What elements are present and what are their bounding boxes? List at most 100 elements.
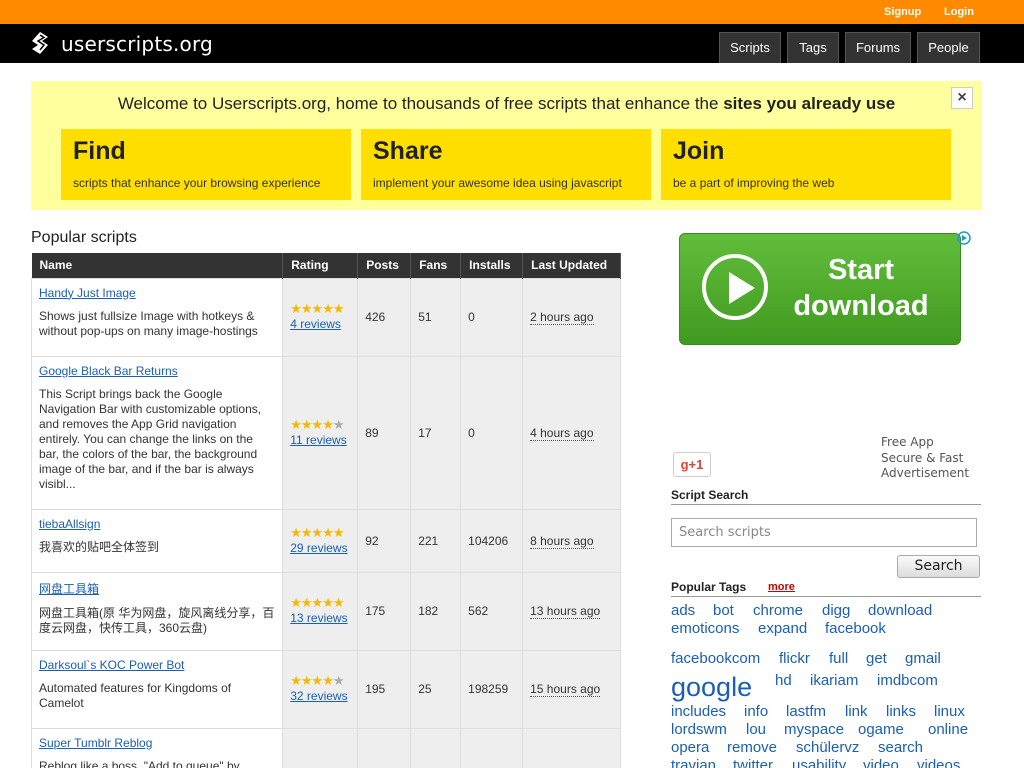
name-cell: 网盘工具箱网盘工具箱(原 华为网盘，旋风离线分享，百度云网盘，快传工具，360云… [30, 571, 284, 651]
tag-link[interactable]: lordswm [671, 721, 727, 738]
script-link[interactable]: tiebaAllsign [39, 517, 275, 531]
tag-link[interactable]: video [863, 757, 899, 768]
ad-banner[interactable]: Start download [679, 233, 961, 345]
reviews-link[interactable]: 13 reviews [290, 611, 350, 625]
cta-join[interactable]: Join be a part of improving the web [661, 129, 951, 200]
table-row: tiebaAllsign 我喜欢的贴吧全体签到 ★★★★★ 29 reviews 92 2… [30, 508, 621, 573]
tag-link[interactable]: bot [713, 602, 734, 619]
script-description: 网盘工具箱(原 华为网盘，旋风离线分享，百度云网盘，快传工具，360云盘) [39, 605, 275, 635]
cta-title: Find [73, 137, 126, 165]
tag-link[interactable]: hd [775, 672, 792, 689]
tag-link[interactable]: gmail [905, 650, 941, 667]
name-cell: Darksoul`s KOC Power Bot Automated featur… [30, 649, 284, 729]
table-row: 网盘工具箱网盘工具箱(原 华为网盘，旋风离线分享，百度云网盘，快传工具，360云… [30, 571, 621, 651]
col-header-installs[interactable]: Installs [460, 253, 524, 278]
col-header-rating[interactable]: Rating [282, 253, 359, 278]
tag-link[interactable]: info [744, 703, 768, 720]
tab-people[interactable]: People [917, 32, 980, 63]
tag-link[interactable]: chrome [753, 602, 803, 619]
script-link[interactable]: Google Black Bar Returns [39, 364, 275, 378]
col-header-posts[interactable]: Posts [357, 253, 412, 278]
site-logo[interactable]: userscripts.org [61, 32, 213, 56]
reviews-link[interactable]: 29 reviews [290, 541, 350, 555]
script-search-title: Script Search [671, 488, 749, 502]
script-link[interactable]: Super Tumblr Reblog [39, 736, 275, 750]
tab-forums[interactable]: Forums [845, 32, 911, 63]
tag-link[interactable]: full [829, 650, 848, 667]
col-header-name[interactable]: Name [31, 253, 284, 278]
reviews-link[interactable]: 4 reviews [290, 317, 350, 331]
rating-cell: ★★★★★ 11 reviews [282, 355, 359, 510]
rating-stars-icon: ★★★★★ [290, 416, 344, 432]
posts-cell: 426 [357, 277, 412, 357]
adchoices-icon[interactable] [957, 231, 971, 245]
tag-link[interactable]: lastfm [786, 703, 826, 720]
logo-icon[interactable] [31, 31, 49, 55]
col-header-updated[interactable]: Last Updated [522, 253, 621, 278]
tag-link[interactable]: usability [792, 757, 846, 768]
posts-cell: 92 [357, 508, 412, 573]
search-input[interactable]: Search scripts [671, 518, 977, 547]
ad-side-line: Secure & Fast [881, 450, 964, 465]
tag-link[interactable]: includes [671, 703, 726, 720]
cta-title: Share [373, 137, 443, 165]
cta-subtitle: be a part of improving the web [673, 176, 835, 190]
tag-link[interactable]: flickr [779, 650, 810, 667]
google-plus-button[interactable]: g+1 [673, 452, 711, 477]
updated-cell: 4 hours ago [522, 355, 621, 510]
tag-link[interactable]: search [878, 739, 923, 756]
tag-link[interactable]: schülervz [796, 739, 859, 756]
name-cell: tiebaAllsign 我喜欢的贴吧全体签到 [30, 508, 284, 573]
signup-link[interactable]: Signup [884, 6, 921, 18]
tag-link[interactable]: download [868, 602, 932, 619]
tag-link[interactable]: facebookcom [671, 650, 760, 667]
script-link[interactable]: Darksoul`s KOC Power Bot [39, 658, 275, 672]
close-button[interactable]: × [951, 87, 973, 109]
script-link[interactable]: Handy Just Image [39, 286, 275, 300]
tag-link[interactable]: linux [934, 703, 965, 720]
tag-link[interactable]: links [886, 703, 916, 720]
more-tags-link[interactable]: more [768, 581, 795, 593]
site-header: userscripts.org Scripts Tags Forums Peop… [0, 24, 1024, 63]
tag-link[interactable]: lou [746, 721, 766, 738]
tab-tags[interactable]: Tags [787, 32, 839, 63]
cta-find[interactable]: Find scripts that enhance your browsing … [61, 129, 351, 200]
cta-subtitle: scripts that enhance your browsing exper… [73, 176, 321, 190]
tag-link[interactable]: myspace [784, 721, 844, 738]
tag-link[interactable]: get [866, 650, 887, 667]
installs-cell: 562 [460, 571, 524, 651]
login-link[interactable]: Login [944, 6, 974, 18]
tag-link[interactable]: ikariam [810, 672, 858, 689]
tag-link[interactable]: imdbcom [877, 672, 938, 689]
tag-link[interactable]: travian [671, 757, 716, 768]
updated-cell [522, 727, 621, 768]
script-description: This Script brings back the Google Navig… [39, 386, 262, 491]
tab-scripts[interactable]: Scripts [719, 32, 781, 63]
col-header-fans[interactable]: Fans [410, 253, 462, 278]
tag-link[interactable]: facebook [825, 620, 886, 637]
tag-link[interactable]: opera [671, 739, 709, 756]
tag-link[interactable]: expand [758, 620, 807, 637]
tag-link[interactable]: google [671, 672, 752, 703]
ad-side-line: Advertisement [881, 466, 970, 480]
tag-link[interactable]: remove [727, 739, 777, 756]
ad-side-text[interactable]: Free App Secure & Fast Advertisement [881, 435, 969, 482]
tag-link[interactable]: twitter [733, 757, 773, 768]
fans-cell: 182 [410, 571, 462, 651]
search-button[interactable]: Search [897, 555, 980, 578]
tag-link[interactable]: ogame [858, 721, 904, 738]
script-description: Shows just fullsize Image with hotkeys &… [39, 308, 258, 338]
cta-share[interactable]: Share implement your awesome idea using … [361, 129, 651, 200]
reviews-link[interactable]: 11 reviews [290, 433, 350, 447]
script-link[interactable]: 网盘工具箱 [39, 580, 275, 597]
tag-link[interactable]: online [928, 721, 968, 738]
tag-link[interactable]: link [845, 703, 868, 720]
installs-cell: 0 [460, 277, 524, 357]
tag-link[interactable]: digg [822, 602, 850, 619]
tag-link[interactable]: emoticons [671, 620, 739, 637]
tag-link[interactable]: videos [917, 757, 960, 768]
tag-link[interactable]: ads [671, 602, 695, 619]
posts-cell: 175 [357, 571, 412, 651]
popular-tags-title: Popular Tags [671, 580, 747, 594]
reviews-link[interactable]: 32 reviews [290, 689, 350, 703]
